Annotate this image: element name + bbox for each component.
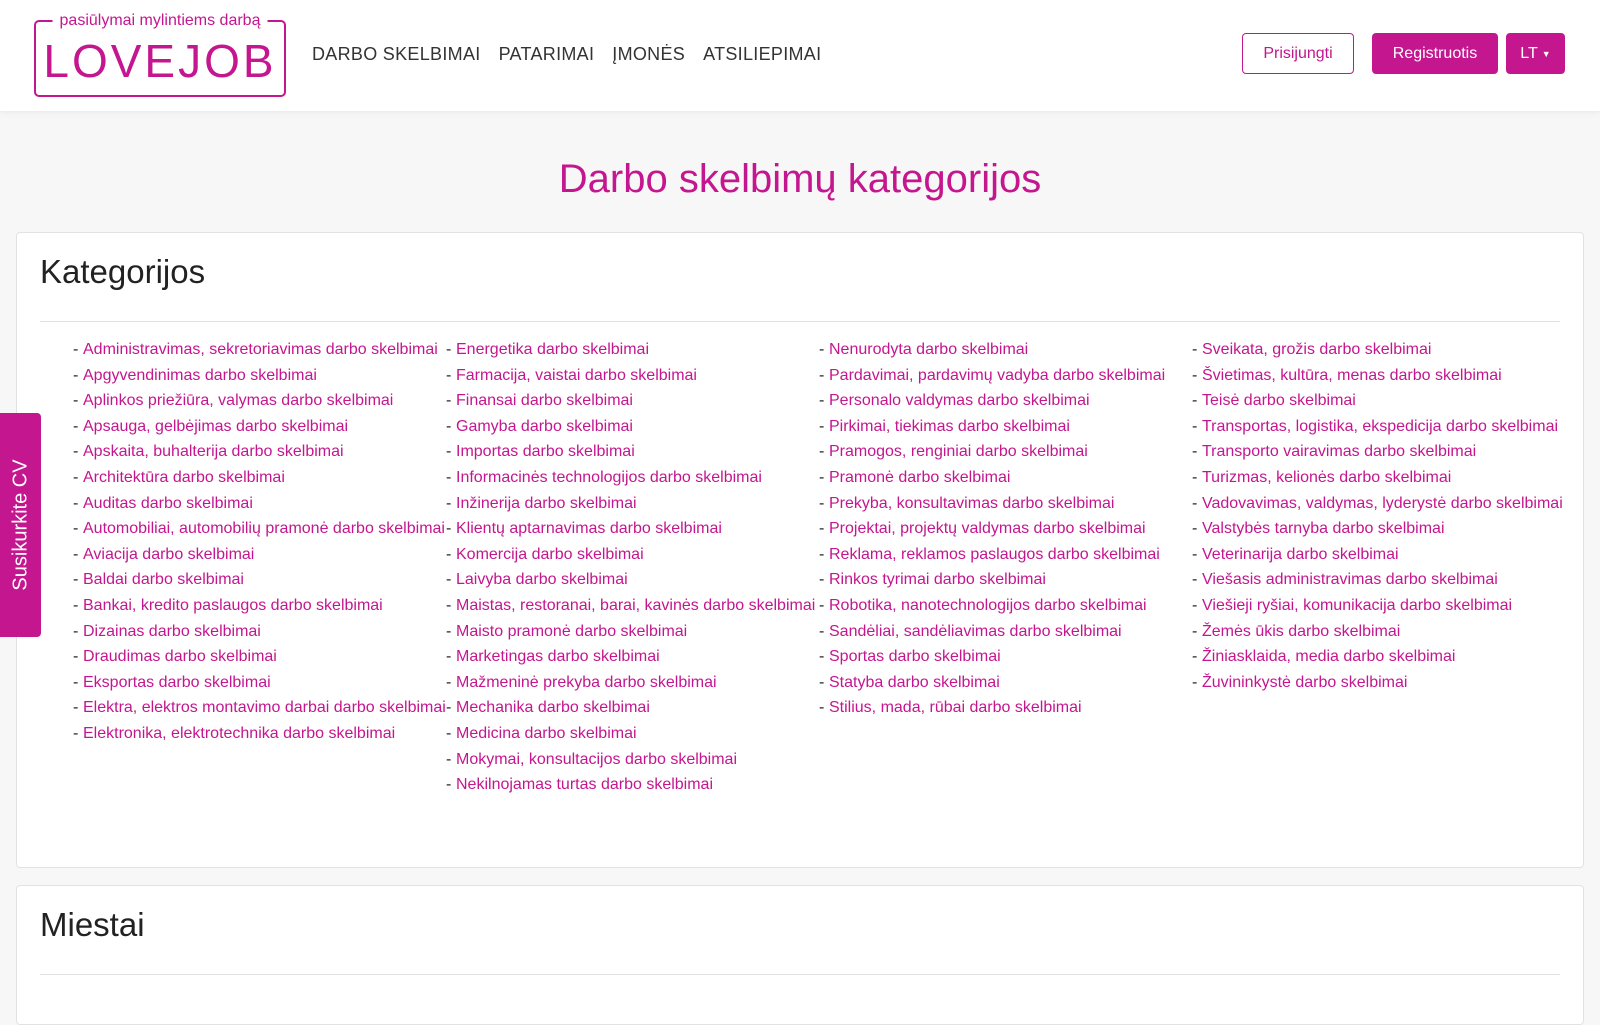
top-navbar: pasiūlymai mylintiems darbą LOVEJOB DARB… bbox=[0, 0, 1600, 111]
category-link[interactable]: Žuvininkystė darbo skelbimai bbox=[1192, 670, 1565, 696]
category-column: Nenurodyta darbo skelbimaiPardavimai, pa… bbox=[819, 337, 1192, 798]
category-link[interactable]: Teisė darbo skelbimai bbox=[1192, 388, 1565, 414]
category-link[interactable]: Švietimas, kultūra, menas darbo skelbima… bbox=[1192, 363, 1565, 389]
category-link[interactable]: Rinkos tyrimai darbo skelbimai bbox=[819, 567, 1192, 593]
category-link[interactable]: Reklama, reklamos paslaugos darbo skelbi… bbox=[819, 542, 1192, 568]
category-link[interactable]: Pardavimai, pardavimų vadyba darbo skelb… bbox=[819, 363, 1192, 389]
category-link[interactable]: Farmacija, vaistai darbo skelbimai bbox=[446, 363, 819, 389]
category-link[interactable]: Elektra, elektros montavimo darbai darbo… bbox=[73, 695, 446, 721]
category-link[interactable]: Transporto vairavimas darbo skelbimai bbox=[1192, 439, 1565, 465]
category-link[interactable]: Sveikata, grožis darbo skelbimai bbox=[1192, 337, 1565, 363]
category-link[interactable]: Informacinės technologijos darbo skelbim… bbox=[446, 465, 819, 491]
nav-link-job-ads[interactable]: DARBO SKELBIMAI bbox=[312, 44, 481, 65]
category-link[interactable]: Vadovavimas, valdymas, lyderystė darbo s… bbox=[1192, 491, 1565, 517]
category-link[interactable]: Mažmeninė prekyba darbo skelbimai bbox=[446, 670, 819, 696]
category-link[interactable]: Dizainas darbo skelbimai bbox=[73, 619, 446, 645]
main-nav: DARBO SKELBIMAI PATARIMAI ĮMONĖS ATSILIE… bbox=[312, 44, 821, 65]
category-link[interactable]: Architektūra darbo skelbimai bbox=[73, 465, 446, 491]
category-columns: Administravimas, sekretoriavimas darbo s… bbox=[73, 337, 1583, 798]
nav-link-reviews[interactable]: ATSILIEPIMAI bbox=[703, 44, 821, 65]
category-link[interactable]: Nenurodyta darbo skelbimai bbox=[819, 337, 1192, 363]
category-link[interactable]: Aviacija darbo skelbimai bbox=[73, 542, 446, 568]
cities-card: Miestai bbox=[16, 885, 1584, 1025]
category-link[interactable]: Sportas darbo skelbimai bbox=[819, 644, 1192, 670]
register-button[interactable]: Registruotis bbox=[1372, 33, 1498, 74]
category-link[interactable]: Pirkimai, tiekimas darbo skelbimai bbox=[819, 414, 1192, 440]
category-link[interactable]: Maistas, restoranai, barai, kavinės darb… bbox=[446, 593, 819, 619]
category-link[interactable]: Stilius, mada, rūbai darbo skelbimai bbox=[819, 695, 1192, 721]
category-link[interactable]: Inžinerija darbo skelbimai bbox=[446, 491, 819, 517]
login-button-label: Prisijungti bbox=[1263, 44, 1333, 62]
categories-card: Kategorijos Administravimas, sekretoriav… bbox=[16, 232, 1584, 868]
category-link[interactable]: Maisto pramonė darbo skelbimai bbox=[446, 619, 819, 645]
category-link[interactable]: Administravimas, sekretoriavimas darbo s… bbox=[73, 337, 446, 363]
lovejob-logo[interactable]: pasiūlymai mylintiems darbą LOVEJOB bbox=[34, 11, 286, 97]
category-link[interactable]: Prekyba, konsultavimas darbo skelbimai bbox=[819, 491, 1192, 517]
category-column: Energetika darbo skelbimaiFarmacija, vai… bbox=[446, 337, 819, 798]
category-link[interactable]: Energetika darbo skelbimai bbox=[446, 337, 819, 363]
caret-down-icon: ▼ bbox=[1541, 48, 1551, 59]
category-link[interactable]: Komercija darbo skelbimai bbox=[446, 542, 819, 568]
category-link[interactable]: Robotika, nanotechnologijos darbo skelbi… bbox=[819, 593, 1192, 619]
categories-heading: Kategorijos bbox=[40, 253, 206, 290]
category-link[interactable]: Valstybės tarnyba darbo skelbimai bbox=[1192, 516, 1565, 542]
category-link[interactable]: Statyba darbo skelbimai bbox=[819, 670, 1192, 696]
category-link[interactable]: Medicina darbo skelbimai bbox=[446, 721, 819, 747]
page-title: Darbo skelbimų kategorijos bbox=[558, 157, 1042, 201]
category-link[interactable]: Personalo valdymas darbo skelbimai bbox=[819, 388, 1192, 414]
category-link[interactable]: Automobiliai, automobilių pramonė darbo … bbox=[73, 516, 446, 542]
category-link[interactable]: Draudimas darbo skelbimai bbox=[73, 644, 446, 670]
category-link[interactable]: Apskaita, buhalterija darbo skelbimai bbox=[73, 439, 446, 465]
category-link[interactable]: Elektronika, elektrotechnika darbo skelb… bbox=[73, 721, 446, 747]
category-link[interactable]: Gamyba darbo skelbimai bbox=[446, 414, 819, 440]
register-button-label: Registruotis bbox=[1392, 44, 1478, 62]
divider bbox=[40, 321, 1560, 322]
logo-tagline: pasiūlymai mylintiems darbą bbox=[52, 11, 268, 31]
category-link[interactable]: Apsauga, gelbėjimas darbo skelbimai bbox=[73, 414, 446, 440]
category-link[interactable]: Bankai, kredito paslaugos darbo skelbima… bbox=[73, 593, 446, 619]
category-link[interactable]: Apgyvendinimas darbo skelbimai bbox=[73, 363, 446, 389]
category-link[interactable]: Baldai darbo skelbimai bbox=[73, 567, 446, 593]
category-link[interactable]: Klientų aptarnavimas darbo skelbimai bbox=[446, 516, 819, 542]
login-button[interactable]: Prisijungti bbox=[1242, 33, 1354, 74]
nav-link-tips[interactable]: PATARIMAI bbox=[499, 44, 595, 65]
category-link[interactable]: Finansai darbo skelbimai bbox=[446, 388, 819, 414]
category-link[interactable]: Mechanika darbo skelbimai bbox=[446, 695, 819, 721]
category-link[interactable]: Importas darbo skelbimai bbox=[446, 439, 819, 465]
category-link[interactable]: Pramonė darbo skelbimai bbox=[819, 465, 1192, 491]
create-cv-side-tab[interactable]: Susikurkite CV bbox=[0, 413, 41, 637]
nav-link-companies[interactable]: ĮMONĖS bbox=[612, 44, 685, 65]
category-link[interactable]: Auditas darbo skelbimai bbox=[73, 491, 446, 517]
category-link[interactable]: Viešieji ryšiai, komunikacija darbo skel… bbox=[1192, 593, 1565, 619]
category-link[interactable]: Transportas, logistika, ekspedicija darb… bbox=[1192, 414, 1565, 440]
category-link[interactable]: Aplinkos priežiūra, valymas darbo skelbi… bbox=[73, 388, 446, 414]
category-column: Administravimas, sekretoriavimas darbo s… bbox=[73, 337, 446, 798]
create-cv-label: Susikurkite CV bbox=[9, 459, 31, 591]
category-link[interactable]: Laivyba darbo skelbimai bbox=[446, 567, 819, 593]
category-link[interactable]: Viešasis administravimas darbo skelbimai bbox=[1192, 567, 1565, 593]
category-link[interactable]: Žemės ūkis darbo skelbimai bbox=[1192, 619, 1565, 645]
cities-heading: Miestai bbox=[40, 906, 145, 943]
category-link[interactable]: Mokymai, konsultacijos darbo skelbimai bbox=[446, 747, 819, 773]
category-link[interactable]: Žiniasklaida, media darbo skelbimai bbox=[1192, 644, 1565, 670]
language-dropdown[interactable]: LT ▼ bbox=[1506, 33, 1565, 74]
language-label: LT bbox=[1520, 44, 1538, 62]
category-column: Sveikata, grožis darbo skelbimaiŠvietima… bbox=[1192, 337, 1565, 798]
category-link[interactable]: Nekilnojamas turtas darbo skelbimai bbox=[446, 772, 819, 798]
category-link[interactable]: Turizmas, kelionės darbo skelbimai bbox=[1192, 465, 1565, 491]
logo-wordmark: LOVEJOB bbox=[43, 35, 277, 87]
category-link[interactable]: Sandėliai, sandėliavimas darbo skelbimai bbox=[819, 619, 1192, 645]
category-link[interactable]: Eksportas darbo skelbimai bbox=[73, 670, 446, 696]
category-link[interactable]: Pramogos, renginiai darbo skelbimai bbox=[819, 439, 1192, 465]
category-link[interactable]: Projektai, projektų valdymas darbo skelb… bbox=[819, 516, 1192, 542]
divider bbox=[40, 974, 1560, 975]
category-link[interactable]: Veterinarija darbo skelbimai bbox=[1192, 542, 1565, 568]
category-link[interactable]: Marketingas darbo skelbimai bbox=[446, 644, 819, 670]
